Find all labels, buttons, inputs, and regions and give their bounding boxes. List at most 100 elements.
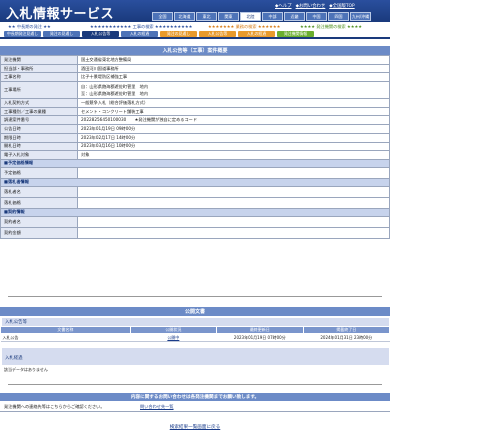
field-value [77, 185, 390, 198]
contact-link-top[interactable]: ◆お問い合わせ [296, 3, 326, 9]
region-tab-kyushu[interactable]: 九州/沖縄 [350, 12, 371, 21]
document-name: 入札公告 [0, 333, 131, 342]
col-status: 公開状況 [129, 326, 218, 334]
back-link-wrap: 検索結果一覧画面に戻る [0, 424, 390, 430]
col-updated: 最終更新日 [216, 326, 304, 334]
national-top-link[interactable]: ◆全国版TOP [329, 3, 354, 9]
result-empty-message: 該当データはありません [4, 367, 48, 372]
field-label: 契約金額 [0, 226, 78, 239]
utility-links: ◆ヘルプ ◆お問い合わせ ◆全国版TOP [275, 3, 355, 9]
field-label: 開札日時 [0, 141, 78, 152]
table-row: 工事種別／工事の業種 セメント・コンクリート舗装工事 [0, 106, 390, 117]
field-value [77, 166, 390, 179]
subsection-title: ■契約情報 [0, 207, 390, 217]
field-value: 2023年03月16日 10時00分 [77, 141, 390, 152]
col-document-name: 文書名称 [0, 326, 131, 334]
subsection-header: ■予定価格情報 [0, 158, 390, 168]
table-row: 電子入札対象 対象 [0, 150, 390, 160]
field-value: セメント・コンクリート舗装工事 [77, 106, 390, 117]
header: 入札情報サービス ◆ヘルプ ◆お問い合わせ ◆全国版TOP 全国 北海道 東北 … [0, 0, 500, 40]
site-logo[interactable]: 入札情報サービス [6, 3, 114, 22]
region-tab-hokkaido[interactable]: 北海道 [174, 12, 195, 21]
table-row: 落札価格 [0, 196, 390, 209]
detail-title: 入札公告等（工事）案件概要 [0, 46, 390, 55]
documents-label: 入札公告等 [2, 318, 389, 326]
region-tab-kinki[interactable]: 近畿 [284, 12, 305, 21]
field-label: 期限日時 [0, 132, 78, 143]
region-tab-hokuriku[interactable]: 北陸 [240, 12, 261, 21]
divider [8, 384, 382, 385]
document-status-cell: 公開中 [130, 333, 217, 342]
table-row: 落札者名 [0, 185, 390, 198]
table-row: 入札公告 公開中 2023年01月19日 07時00分 2024年01月31日 … [0, 333, 390, 342]
field-value: 2023年02月17日 14時00分 [77, 132, 390, 143]
field-label: 発注機関 [0, 55, 78, 65]
table-row: 契約金額 [0, 226, 390, 239]
table-row: 工事場所 自：山形県飽海郡遊佐町菅里 地内 至：山形県飽海郡遊佐町菅里 地内 [0, 81, 390, 100]
table-row: 発注機関 国土交通省東北地方整備局 [0, 55, 390, 65]
documents-title: 公開文書 [0, 307, 390, 316]
field-label: 電子入札対象 [0, 150, 78, 160]
category-construction-search: ★★★★★★★★★★★ 工事の検索 ★★★★★★★★★★ [90, 23, 193, 29]
field-label: 落札価格 [0, 196, 78, 209]
region-tab-national[interactable]: 全国 [152, 12, 173, 21]
contact-text: 発注機関への連絡先等はこちらからご確認ください。 [4, 403, 105, 409]
help-link[interactable]: ◆ヘルプ [275, 3, 292, 9]
region-tab-shikoku[interactable]: 四国 [328, 12, 349, 21]
field-label: 公告日時 [0, 124, 78, 134]
region-tab-chubu[interactable]: 中部 [262, 12, 283, 21]
nav-underline [0, 37, 390, 39]
subsection-header: ■契約情報 [0, 207, 390, 217]
result-label: 入札経過 [2, 348, 389, 365]
field-value: 2023年01月19日 09時00分 [77, 124, 390, 134]
table-row: 開札日時 2023年03月16日 10時00分 [0, 141, 390, 152]
divider [8, 296, 382, 297]
table-row: 予定価格 [0, 166, 390, 179]
field-label: 落札者名 [0, 185, 78, 198]
field-label: 担当部・事務所 [0, 63, 78, 74]
contact-list-link[interactable]: 問い合わせ先一覧 [140, 404, 174, 410]
table-row: 契約者名 [0, 215, 390, 228]
table-row: 調達案件番号 20228256450100030 ★発注機関が独自に定めるコード [0, 115, 390, 126]
field-label: 契約者名 [0, 215, 78, 228]
region-tab-chugoku[interactable]: 中国 [306, 12, 327, 21]
field-label: 工事種別／工事の業種 [0, 106, 78, 117]
subsection-title: ■落札者情報 [0, 177, 390, 187]
table-row: 担当部・事務所 酒田河川国道事務所 [0, 63, 390, 74]
field-label: 入札契約方式 [0, 98, 78, 108]
field-value: 一般競争入札（総合評価落札方式） [77, 98, 390, 108]
category-mid-long-term: ★★ 中長期の発注 ★★ [8, 23, 51, 29]
detail-table: 発注機関 国土交通省東北地方整備局 担当部・事務所 酒田河川国道事務所 工事名称 比子十景… [0, 55, 390, 239]
field-value-multiline: 自：山形県飽海郡遊佐町菅里 地内 至：山形県飽海郡遊佐町菅里 地内 [77, 81, 390, 100]
documents-table: 文書名称 公開状況 最終更新日 掲載終了日 入札公告 公開中 2023年01月1… [0, 326, 391, 342]
table-row: 工事名称 比子十景堤防区補強工事 [0, 72, 390, 83]
contact-row: 発注機関への連絡先等はこちらからご確認ください。 問い合わせ先一覧 [0, 402, 390, 412]
field-label: 調達案件番号 [0, 115, 78, 126]
field-value: 酒田河川国道事務所 [77, 63, 390, 74]
table-row: 入札契約方式 一般競争入札（総合評価落札方式） [0, 98, 390, 108]
contact-title: 内容に関するお問い合わせは各発注機関までお願い致します。 [0, 393, 390, 401]
category-service-search: ★★★★★★★ 業務の検索 ★★★★★★ [208, 23, 281, 29]
category-agency-search: ★★★★ 発注機関の検索 ★★★★ [300, 23, 363, 29]
document-status-link[interactable]: 公開中 [167, 335, 179, 340]
field-value: 比子十景堤防区補強工事 [77, 72, 390, 83]
table-row: 期限日時 2023年02月17日 14時00分 [0, 132, 390, 143]
field-label: 予定価格 [0, 166, 78, 179]
region-tab-kanto[interactable]: 関東 [218, 12, 239, 21]
region-tab-tohoku[interactable]: 東北 [196, 12, 217, 21]
region-tabs: 全国 北海道 東北 関東 北陸 中部 近畿 中国 四国 九州/沖縄 [152, 12, 371, 21]
field-value [77, 196, 390, 209]
field-label: 工事場所 [0, 81, 78, 100]
document-updated: 2023年01月19日 07時00分 [216, 333, 304, 342]
table-row: 公告日時 2023年01月19日 09時00分 [0, 124, 390, 134]
subsection-header: ■落札者情報 [0, 177, 390, 187]
field-value: 国土交通省東北地方整備局 [77, 55, 390, 65]
back-to-results-link[interactable]: 検索結果一覧画面に戻る [170, 425, 221, 430]
subsection-title: ■予定価格情報 [0, 158, 390, 168]
field-label: 工事名称 [0, 72, 78, 83]
field-value [77, 226, 390, 239]
field-value: 20228256450100030 ★発注機関が独自に定めるコード [77, 115, 390, 126]
col-end-date: 掲載終了日 [302, 326, 391, 334]
category-row: ★★ 中長期の発注 ★★ ★★★★★★★★★★★ 工事の検索 ★★★★★★★★★… [0, 23, 390, 30]
field-value [77, 215, 390, 228]
